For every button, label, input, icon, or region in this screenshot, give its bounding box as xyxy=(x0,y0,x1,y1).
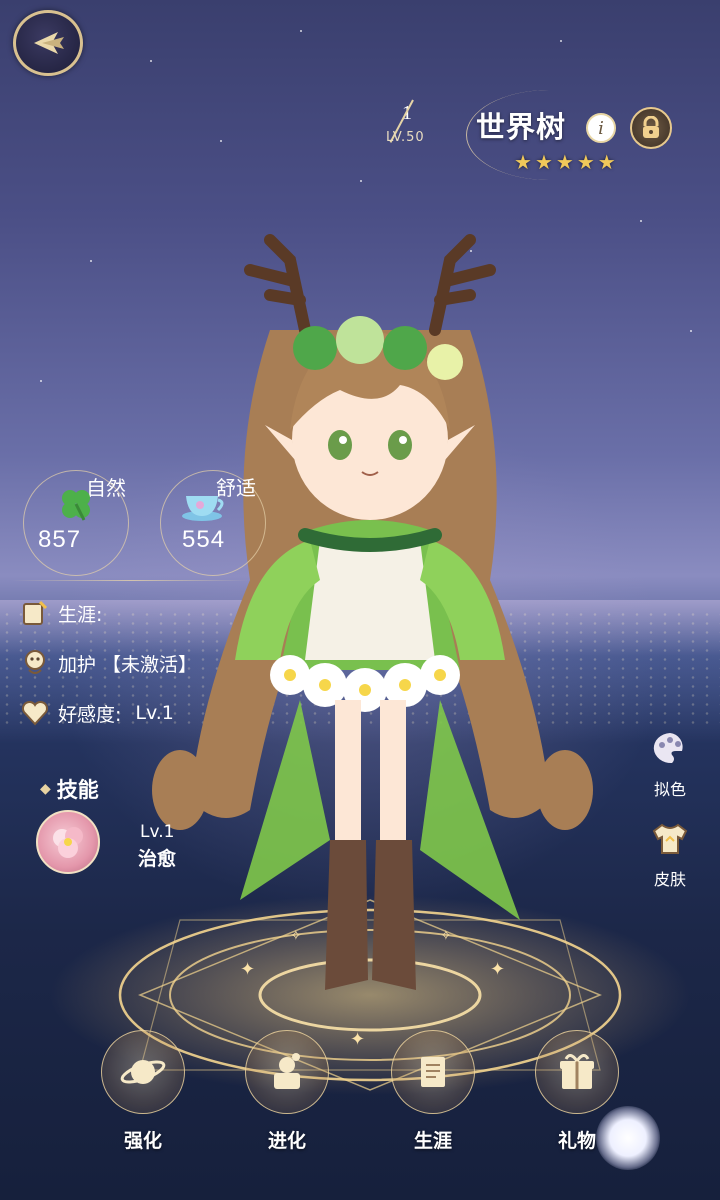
career-book-icon xyxy=(18,596,52,630)
enhance-button[interactable]: 强化 xyxy=(98,1030,188,1153)
level-max: LV.50 xyxy=(386,130,425,145)
back-button[interactable] xyxy=(13,10,83,76)
skin-label: 皮肤 xyxy=(653,870,686,889)
info-button[interactable]: i xyxy=(586,113,616,143)
career-nav-label: 生涯 xyxy=(413,1130,452,1152)
star-icon: ★ xyxy=(514,150,532,174)
teacup-icon xyxy=(182,496,224,521)
skin-button[interactable]: 皮肤 xyxy=(640,816,700,890)
clover-icon xyxy=(62,490,90,521)
evolve-button[interactable]: 进化 xyxy=(242,1030,332,1153)
attribute-comfort-value: 554 xyxy=(182,526,226,553)
hero-level: 1 LV.50 xyxy=(384,99,444,150)
divider xyxy=(12,580,250,581)
skills-title-text: 技能 xyxy=(56,778,99,802)
protection-label: 加护 xyxy=(58,653,97,676)
skill-level: Lv.1 xyxy=(140,822,175,842)
protection-status: 【未激活】 xyxy=(102,653,198,676)
character-world-tree[interactable] xyxy=(140,200,600,1000)
affection-level: Lv.1 xyxy=(135,702,174,724)
evolve-icon xyxy=(245,1030,329,1114)
diamond-icon: ◆ xyxy=(40,781,51,797)
star-rating: ★ ★ ★ ★ ★ xyxy=(514,150,616,174)
star-icon: ★ xyxy=(576,150,595,174)
star-icon: ★ xyxy=(597,150,616,174)
career-row[interactable]: 生涯: xyxy=(18,596,102,630)
planet-icon xyxy=(101,1030,185,1114)
attribute-nature-value: 857 xyxy=(38,526,82,553)
evolve-label: 进化 xyxy=(267,1130,306,1152)
recolor-label: 拟色 xyxy=(653,780,686,799)
lock-icon xyxy=(643,116,659,138)
career-nav-button[interactable]: 生涯 xyxy=(388,1030,478,1153)
light-orb xyxy=(596,1106,660,1170)
shirt-icon xyxy=(647,816,693,862)
recolor-button[interactable]: 拟色 xyxy=(640,726,700,800)
star-icon: ★ xyxy=(534,150,553,174)
skill-heal-icon[interactable] xyxy=(36,810,100,874)
hero-name: 世界树 xyxy=(476,110,567,144)
affection-row[interactable]: 好感度: Lv.1 xyxy=(18,696,174,730)
career-label: 生涯: xyxy=(58,603,103,626)
gift-icon xyxy=(535,1030,619,1114)
heart-icon xyxy=(18,696,52,730)
lock-button[interactable] xyxy=(630,107,672,149)
back-arrow-icon xyxy=(34,32,64,54)
protection-row[interactable]: 加护 【未激活】 xyxy=(18,646,197,680)
skills-title: ◆ 技能 xyxy=(40,774,99,804)
affection-label: 好感度: xyxy=(58,703,122,726)
book-icon xyxy=(391,1030,475,1114)
protection-spirit-icon xyxy=(18,646,52,680)
star-icon: ★ xyxy=(555,150,574,174)
palette-icon xyxy=(647,726,693,772)
enhance-label: 强化 xyxy=(123,1130,162,1152)
skill-name: 治愈 xyxy=(138,848,177,870)
svg-text:✦: ✦ xyxy=(350,1029,365,1050)
